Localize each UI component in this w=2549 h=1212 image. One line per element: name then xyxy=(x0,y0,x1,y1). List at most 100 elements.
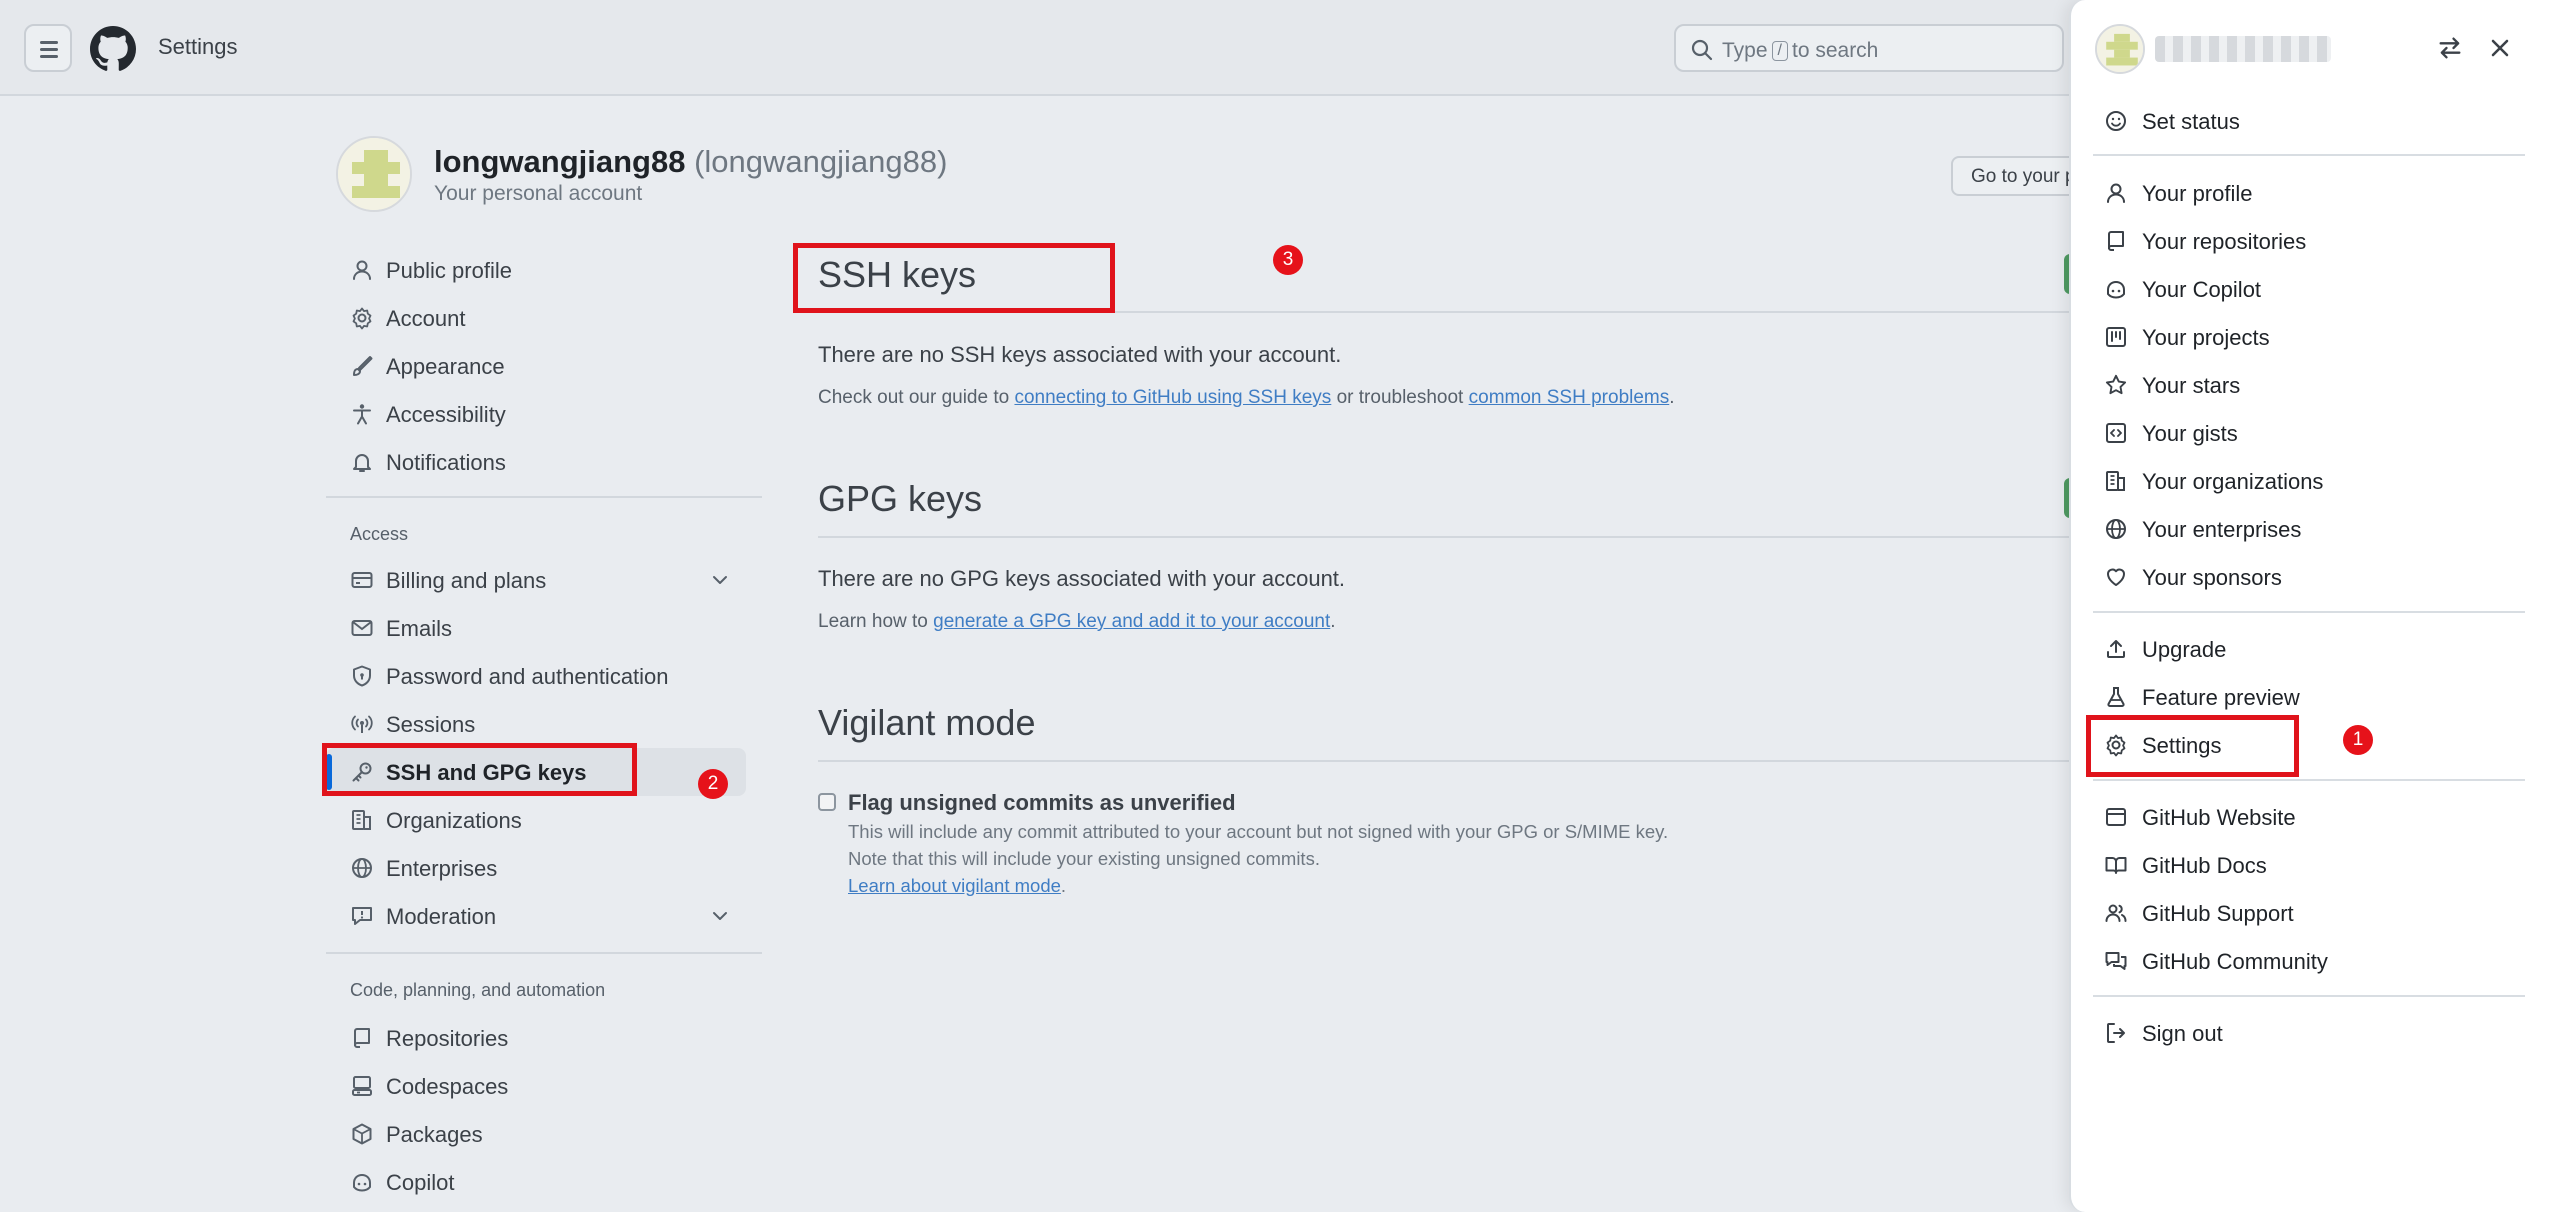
menu-item-label: Upgrade xyxy=(2142,637,2227,662)
sidebar-item-label: Repositories xyxy=(386,1026,509,1051)
menu-item-label: GitHub Community xyxy=(2142,949,2328,974)
menu-item-your-organizations[interactable]: Your organizations xyxy=(2090,459,2530,503)
menu-item-github-docs[interactable]: GitHub Docs xyxy=(2090,843,2530,887)
menu-item-label: Your repositories xyxy=(2142,229,2307,254)
globe-icon xyxy=(2104,517,2128,541)
menu-divider xyxy=(2093,154,2525,156)
copilot-icon xyxy=(2104,277,2128,301)
sidebar-item-accessibility[interactable]: Accessibility xyxy=(326,390,746,438)
gear-icon xyxy=(350,306,374,330)
menu-item-label: Your Copilot xyxy=(2142,277,2262,302)
chevron-down-icon[interactable] xyxy=(710,570,730,590)
sidebar-item-label: Moderation xyxy=(386,904,497,929)
menu-item-sign-out[interactable]: Sign out xyxy=(2090,1011,2530,1055)
sidebar-item-organizations[interactable]: Organizations xyxy=(326,796,746,844)
broadcast-icon xyxy=(350,712,374,736)
hamburger-line xyxy=(40,48,58,51)
shield-lock-icon xyxy=(350,664,374,688)
menu-item-github-support[interactable]: GitHub Support xyxy=(2090,891,2530,935)
menu-item-label: Your profile xyxy=(2142,181,2253,206)
repo-icon xyxy=(2104,229,2128,253)
vigilant-mode-label[interactable]: Flag unsigned commits as unverified xyxy=(848,790,1236,816)
account-subtitle: Your personal account xyxy=(434,182,643,205)
github-logo-icon[interactable] xyxy=(90,26,136,72)
sidebar-item-enterprises[interactable]: Enterprises xyxy=(326,844,746,892)
star-icon xyxy=(2104,373,2128,397)
sidebar-item-password[interactable]: Password and authentication xyxy=(326,652,746,700)
menu-button[interactable] xyxy=(24,24,72,72)
account-avatar[interactable] xyxy=(336,136,412,212)
menu-item-your-enterprises[interactable]: Your enterprises xyxy=(2090,507,2530,551)
menu-item-label: Your stars xyxy=(2142,373,2241,398)
package-icon xyxy=(350,1122,374,1146)
menu-item-feature-preview[interactable]: Feature preview xyxy=(2090,675,2530,719)
menu-item-your-copilot[interactable]: Your Copilot xyxy=(2090,267,2530,311)
sidebar-item-appearance[interactable]: Appearance xyxy=(326,342,746,390)
vigilant-note-1: This will include any commit attributed … xyxy=(848,821,1669,842)
menu-item-github-community[interactable]: GitHub Community xyxy=(2090,939,2530,983)
search-input[interactable]: Type / to search xyxy=(1674,24,2064,72)
sidebar-item-moderation[interactable]: Moderation xyxy=(326,892,746,940)
comment-discussion-icon xyxy=(2104,949,2128,973)
sidebar-divider xyxy=(326,496,762,498)
smiley-icon xyxy=(2104,109,2128,133)
menu-item-label: Set status xyxy=(2142,109,2240,134)
section-divider xyxy=(818,536,2072,538)
paintbrush-icon xyxy=(350,354,374,378)
switch-account-icon[interactable] xyxy=(2436,34,2464,62)
sidebar-item-copilot[interactable]: Copilot xyxy=(326,1158,746,1206)
organization-icon xyxy=(350,808,374,832)
vigilant-mode-heading: Vigilant mode xyxy=(818,702,1036,743)
annotation-badge-1: 1 xyxy=(2343,725,2373,755)
menu-item-label: GitHub Support xyxy=(2142,901,2294,926)
gpg-generate-link[interactable]: generate a GPG key and add it to your ac… xyxy=(933,611,1330,632)
ssh-help-prefix: Check out our guide to xyxy=(818,387,1010,408)
menu-item-your-stars[interactable]: Your stars xyxy=(2090,363,2530,407)
sidebar-item-sessions[interactable]: Sessions xyxy=(326,700,746,748)
menu-item-github-website[interactable]: GitHub Website xyxy=(2090,795,2530,839)
menu-item-label: Your projects xyxy=(2142,325,2270,350)
bell-icon xyxy=(350,450,374,474)
vigilant-note-3: Learn about vigilant mode. xyxy=(848,875,1066,897)
ssh-troubleshoot-link[interactable]: common SSH problems xyxy=(1469,387,1670,408)
vigilant-mode-checkbox[interactable] xyxy=(818,793,836,811)
menu-item-set-status[interactable]: Set status xyxy=(2090,99,2530,143)
sidebar-item-account[interactable]: Account xyxy=(326,294,746,342)
sidebar-item-repositories[interactable]: Repositories xyxy=(326,1014,746,1062)
sidebar-item-label: Account xyxy=(386,306,466,331)
project-icon xyxy=(2104,325,2128,349)
annotation-badge-3: 3 xyxy=(1273,245,1303,275)
copilot-icon xyxy=(350,1170,374,1194)
menu-item-upgrade[interactable]: Upgrade xyxy=(2090,627,2530,671)
sidebar-item-emails[interactable]: Emails xyxy=(326,604,746,652)
menu-item-your-gists[interactable]: Your gists xyxy=(2090,411,2530,455)
close-icon[interactable] xyxy=(2486,34,2514,62)
sidebar-item-billing[interactable]: Billing and plans xyxy=(326,556,746,604)
account-display-name: longwangjiang88 (longwangjiang88) xyxy=(434,144,947,180)
menu-item-your-sponsors[interactable]: Your sponsors xyxy=(2090,555,2530,599)
sidebar-item-public-profile[interactable]: Public profile xyxy=(326,246,746,294)
sidebar-item-packages[interactable]: Packages xyxy=(326,1110,746,1158)
go-to-profile-button[interactable]: Go to your personal profile xyxy=(1951,156,2081,196)
credit-card-icon xyxy=(350,568,374,592)
globe-icon xyxy=(350,856,374,880)
panel-avatar[interactable] xyxy=(2095,24,2145,74)
vigilant-learn-link[interactable]: Learn about vigilant mode xyxy=(848,875,1061,896)
ssh-guide-link[interactable]: connecting to GitHub using SSH keys xyxy=(1014,387,1331,408)
sidebar-item-label: Packages xyxy=(386,1122,483,1147)
menu-item-your-projects[interactable]: Your projects xyxy=(2090,315,2530,359)
ssh-help-middle: or troubleshoot xyxy=(1336,387,1464,408)
sidebar-item-codespaces[interactable]: Codespaces xyxy=(326,1062,746,1110)
vigilant-note-suffix: . xyxy=(1060,875,1067,896)
chevron-down-icon[interactable] xyxy=(710,906,730,926)
sidebar-item-label: Enterprises xyxy=(386,856,498,881)
repo-icon xyxy=(350,1026,374,1050)
menu-item-your-repositories[interactable]: Your repositories xyxy=(2090,219,2530,263)
menu-item-your-profile[interactable]: Your profile xyxy=(2090,171,2530,215)
account-name[interactable]: longwangjiang88 xyxy=(434,144,685,179)
sidebar-item-label: Emails xyxy=(386,616,453,641)
menu-item-label: Feature preview xyxy=(2142,685,2300,710)
sidebar-item-notifications[interactable]: Notifications xyxy=(326,438,746,486)
sidebar-item-label: Appearance xyxy=(386,354,505,379)
menu-item-label: Your gists xyxy=(2142,421,2238,446)
